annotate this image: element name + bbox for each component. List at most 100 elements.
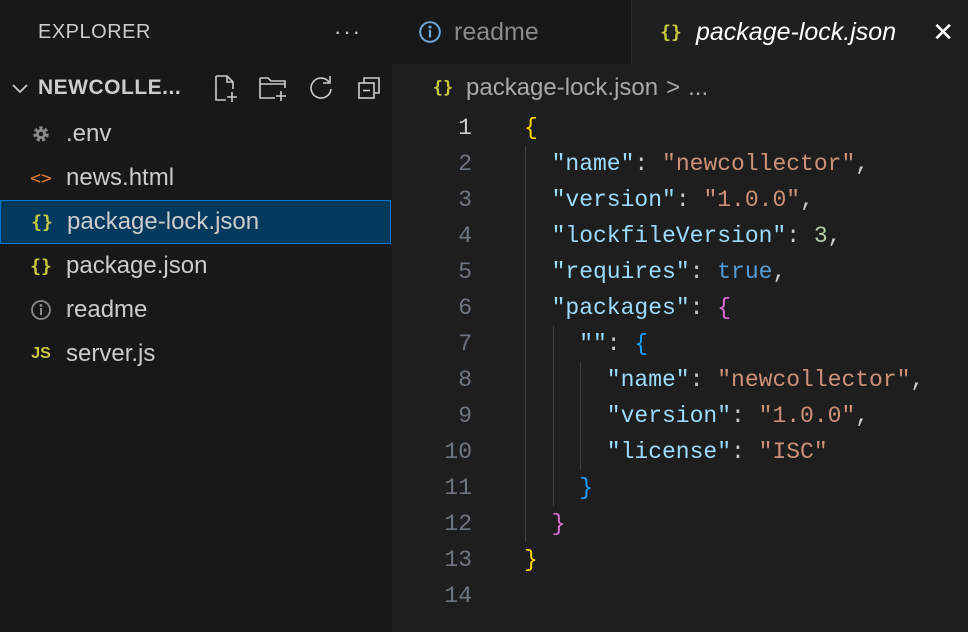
breadcrumb-rest[interactable]: ... xyxy=(688,74,708,102)
file-item-package-json[interactable]: {} package.json xyxy=(0,244,392,288)
explorer-sidebar: EXPLORER ··· NEWCOLLE... .env <> news.ht… xyxy=(0,0,392,632)
code-line[interactable]: 1{ xyxy=(392,110,968,146)
code-token: { xyxy=(717,295,732,321)
code-token: , xyxy=(827,223,842,249)
explorer-header: EXPLORER ··· xyxy=(0,0,392,64)
code-token: : xyxy=(731,403,759,429)
code-text: "requires": true, xyxy=(552,254,787,290)
breadcrumb: {} package-lock.json > ... xyxy=(392,64,968,112)
code-text: "name": "newcollector", xyxy=(552,146,869,182)
code-token: "version" xyxy=(606,403,732,429)
more-actions-button[interactable]: ··· xyxy=(334,19,362,45)
line-number: 10 xyxy=(444,439,472,465)
code-text: "license": "ISC" xyxy=(607,434,828,470)
json-icon: {} xyxy=(30,255,52,277)
indent-guide xyxy=(525,146,526,542)
code-token: "name" xyxy=(551,151,635,177)
code-token: true xyxy=(717,259,773,285)
breadcrumb-file[interactable]: package-lock.json xyxy=(466,74,658,102)
line-number: 13 xyxy=(444,547,472,573)
close-icon[interactable]: ✕ xyxy=(932,17,954,48)
line-number: 9 xyxy=(458,403,472,429)
code-text: "packages": { xyxy=(552,290,731,326)
tab-package-lock-json[interactable]: {} package-lock.json ✕ xyxy=(632,0,968,64)
code-line[interactable]: 11} xyxy=(392,470,968,506)
line-number: 4 xyxy=(458,223,472,249)
code-line[interactable]: 10 "license": "ISC" xyxy=(392,434,968,470)
file-name: .env xyxy=(66,120,112,147)
folder-row[interactable]: NEWCOLLE... xyxy=(0,64,392,112)
code-token: } xyxy=(579,475,593,501)
code-token: { xyxy=(524,115,538,141)
code-line[interactable]: 6 "packages": { xyxy=(392,290,968,326)
line-number: 14 xyxy=(444,583,472,609)
code-token: : xyxy=(689,295,718,321)
js-icon: JS xyxy=(31,345,51,362)
code-line[interactable]: 5 "requires": true, xyxy=(392,254,968,290)
chevron-down-icon[interactable] xyxy=(8,76,32,100)
code-text: "version": "1.0.0", xyxy=(607,398,869,434)
code-token: "" xyxy=(579,331,607,357)
code-token: : xyxy=(634,151,663,177)
file-name: package.json xyxy=(66,252,208,279)
line-number: 6 xyxy=(458,295,472,321)
code-line[interactable]: 14 xyxy=(392,578,968,614)
file-item-server-js[interactable]: JS server.js xyxy=(0,332,392,376)
code-text: "lockfileVersion": 3, xyxy=(552,218,842,254)
code-line[interactable]: 8 "name": "newcollector", xyxy=(392,362,968,398)
file-item-package-lock-json[interactable]: {} package-lock.json xyxy=(0,200,391,244)
line-number: 7 xyxy=(458,331,472,357)
file-item-env[interactable]: .env xyxy=(0,112,392,156)
code-token: : xyxy=(606,331,635,357)
code-line[interactable]: 2 "name": "newcollector", xyxy=(392,146,968,182)
code-text: "version": "1.0.0", xyxy=(552,182,814,218)
indent-guide xyxy=(552,326,554,506)
code-token: } xyxy=(551,511,566,537)
tab-readme[interactable]: readme xyxy=(392,0,632,64)
code-token: 3 xyxy=(813,223,828,249)
file-list: .env <> news.html {} package-lock.json {… xyxy=(0,112,392,376)
code-line[interactable]: 13} xyxy=(392,542,968,578)
code-token: , xyxy=(855,151,870,177)
code-token: "license" xyxy=(606,439,732,465)
code-line[interactable]: 9 "version": "1.0.0", xyxy=(392,398,968,434)
new-file-icon[interactable] xyxy=(208,71,242,105)
code-token: , xyxy=(855,403,870,429)
new-folder-icon[interactable] xyxy=(256,71,290,105)
code-token: , xyxy=(800,187,814,213)
json-icon: {} xyxy=(31,211,53,233)
file-name: news.html xyxy=(66,164,175,191)
line-number: 8 xyxy=(458,367,472,393)
collapse-all-icon[interactable] xyxy=(352,71,386,105)
code-text: } xyxy=(552,506,566,542)
code-token: } xyxy=(524,547,538,573)
code-editor[interactable]: 1{2 "name": "newcollector", 3 "version": "1… xyxy=(392,110,968,632)
code-token: : xyxy=(689,367,718,393)
code-token: "1.0.0" xyxy=(758,403,856,429)
code-text: { xyxy=(524,110,538,146)
code-token: "newcollector" xyxy=(662,151,856,177)
code-line[interactable]: 12} xyxy=(392,506,968,542)
html-icon: <> xyxy=(30,167,52,189)
json-icon: {} xyxy=(660,21,682,43)
folder-name[interactable]: NEWCOLLE... xyxy=(38,76,188,100)
code-line[interactable]: 3 "version": "1.0.0", xyxy=(392,182,968,218)
code-token: { xyxy=(634,331,649,357)
file-name: readme xyxy=(66,296,148,323)
code-token: "requires" xyxy=(551,259,690,285)
file-item-readme[interactable]: readme xyxy=(0,288,392,332)
code-text: "": { xyxy=(579,326,648,362)
line-number: 5 xyxy=(458,259,472,285)
tab-label: readme xyxy=(454,17,539,46)
code-token: : xyxy=(675,187,704,213)
code-text: } xyxy=(579,470,593,506)
code-text: } xyxy=(524,542,538,578)
code-token: : xyxy=(731,439,759,465)
code-line[interactable]: 4 "lockfileVersion": 3, xyxy=(392,218,968,254)
code-token: "ISC" xyxy=(758,439,828,465)
code-token: : xyxy=(786,223,814,249)
file-item-news-html[interactable]: <> news.html xyxy=(0,156,392,200)
refresh-icon[interactable] xyxy=(304,71,338,105)
json-icon: {} xyxy=(432,78,454,98)
code-line[interactable]: 7 "": { xyxy=(392,326,968,362)
